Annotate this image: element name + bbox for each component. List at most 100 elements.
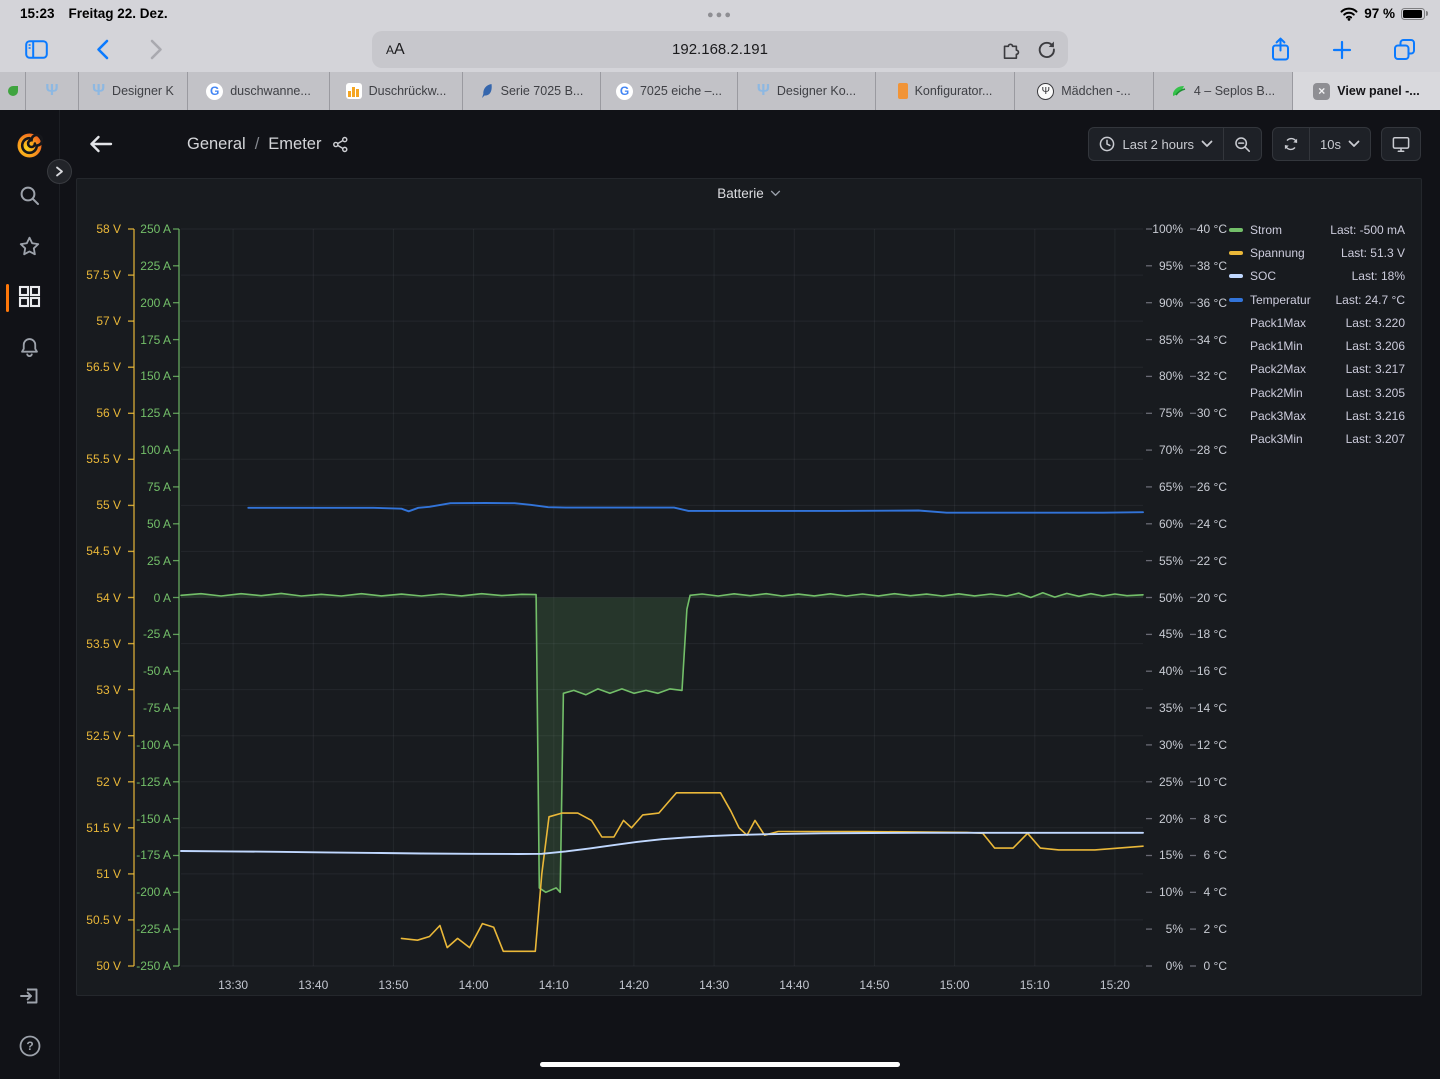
safari-tab-bar: ΨΨDesigner KGduschwanne...Duschrückw...S…: [0, 72, 1440, 110]
percent-axis-label: 15%: [1146, 848, 1183, 862]
legend-series-last-value: Last: 18%: [1352, 269, 1405, 283]
legend-series-last-value: Last: 3.207: [1346, 432, 1405, 446]
time-range-picker[interactable]: Last 2 hours: [1089, 128, 1223, 160]
percent-axis-label: 85%: [1146, 333, 1183, 347]
legend-item-pack3max[interactable]: Pack3MaxLast: 3.216: [1229, 404, 1405, 427]
legend-item-pack1max[interactable]: Pack1MaxLast: 3.220: [1229, 311, 1405, 334]
current-axis-label: 100 A: [129, 443, 171, 457]
home-indicator[interactable]: [540, 1062, 900, 1067]
help-icon[interactable]: ?: [0, 1034, 59, 1058]
legend-series-name: Temperatur: [1250, 293, 1311, 307]
safari-tab-duschrückw-[interactable]: Duschrückw...: [330, 72, 463, 110]
current-axis-label: 25 A: [129, 554, 171, 568]
temperature-axis-label: 34 °C: [1183, 333, 1227, 347]
legend-item-strom[interactable]: StromLast: -500 mA: [1229, 218, 1405, 241]
voltage-axis-label: 53.5 V: [77, 637, 121, 651]
seplos-icon: [1171, 84, 1187, 98]
legend-item-pack3min[interactable]: Pack3MinLast: 3.207: [1229, 428, 1405, 451]
current-axis-label: -225 A: [129, 922, 171, 936]
legend-series-last-value: Last: 3.220: [1346, 316, 1405, 330]
legend-item-temperatur[interactable]: TemperaturLast: 24.7 °C: [1229, 288, 1405, 311]
sidebar-toggle-button[interactable]: [16, 32, 56, 68]
percent-axis-label: 40%: [1146, 664, 1183, 678]
multitasking-indicator[interactable]: ●●●: [0, 9, 1440, 21]
current-axis-label: -75 A: [129, 701, 171, 715]
extensions-icon[interactable]: [994, 32, 1026, 68]
percent-axis-label: 70%: [1146, 443, 1183, 457]
safari-tab-konfigurator-[interactable]: Konfigurator...: [876, 72, 1015, 110]
voltage-axis-label: 58 V: [77, 222, 121, 236]
temperature-axis-label: 24 °C: [1183, 517, 1227, 531]
current-axis-label: 75 A: [129, 480, 171, 494]
panel-batterie: Batterie 58 V57.5 V57 V56.5 V56 V55.5 V5…: [76, 178, 1422, 996]
kiosk-mode-button[interactable]: [1382, 128, 1420, 160]
legend-item-spannung[interactable]: SpannungLast: 51.3 V: [1229, 241, 1405, 264]
back-button[interactable]: [82, 32, 122, 68]
current-axis-label: 250 A: [129, 222, 171, 236]
safari-tab-duschwanne-[interactable]: Gduschwanne...: [188, 72, 330, 110]
temperature-axis-label: 40 °C: [1183, 222, 1227, 236]
safari-tab-7025-eiche-[interactable]: G7025 eiche –...: [601, 72, 738, 110]
tab-title: Konfigurator...: [915, 84, 993, 98]
url-label[interactable]: 192.168.2.191: [372, 41, 1068, 58]
temperature-axis-label: 18 °C: [1183, 627, 1227, 641]
refresh-interval-label: 10s: [1320, 137, 1341, 152]
refresh-button[interactable]: [1273, 128, 1309, 160]
temperature-axis-label: 30 °C: [1183, 406, 1227, 420]
voltage-axis-label: 53 V: [77, 683, 121, 697]
legend-item-pack2min[interactable]: Pack2MinLast: 3.205: [1229, 381, 1405, 404]
reload-button[interactable]: [1030, 32, 1062, 68]
time-axis-label: 15:10: [1005, 978, 1065, 992]
tab-title: View panel -...: [1337, 84, 1419, 98]
grafana-logo[interactable]: [0, 132, 59, 159]
legend-item-pack1min[interactable]: Pack1MinLast: 3.206: [1229, 334, 1405, 357]
share-dashboard-icon[interactable]: [332, 136, 349, 153]
time-axis-label: 15:20: [1085, 978, 1145, 992]
safari-tab-mädchen-[interactable]: ΨMädchen -...: [1015, 72, 1154, 110]
zoom-out-button[interactable]: [1224, 128, 1261, 160]
legend-swatch-empty: [1229, 437, 1243, 441]
starred-icon[interactable]: [0, 235, 59, 258]
legend-series-name: Spannung: [1250, 246, 1305, 260]
safari-tab-designer-ko-[interactable]: ΨDesigner Ko...: [738, 72, 876, 110]
share-button[interactable]: [1260, 32, 1300, 68]
safari-tab-designer-k[interactable]: ΨDesigner K: [79, 72, 188, 110]
forward-button[interactable]: [136, 32, 176, 68]
alerting-icon[interactable]: [0, 336, 59, 359]
voltage-axis-label: 50.5 V: [77, 913, 121, 927]
search-icon[interactable]: [0, 184, 59, 207]
back-arrow-button[interactable]: [81, 126, 121, 162]
current-axis-label: 175 A: [129, 333, 171, 347]
percent-axis-label: 35%: [1146, 701, 1183, 715]
percent-axis-label: 65%: [1146, 480, 1183, 494]
temperature-axis-label: 6 °C: [1183, 848, 1227, 862]
address-bar[interactable]: AA 192.168.2.191: [372, 31, 1068, 68]
new-tab-button[interactable]: [1322, 32, 1362, 68]
dashboard-controls: Last 2 hours 10s: [1088, 127, 1421, 161]
legend-series-last-value: Last: 3.205: [1346, 386, 1405, 400]
safari-tab-4-seplos-b-[interactable]: 4 – Seplos B...: [1154, 72, 1293, 110]
feather-icon: [480, 83, 494, 99]
breadcrumb-folder[interactable]: General: [187, 135, 246, 154]
close-tab-icon[interactable]: ×: [1313, 83, 1330, 100]
chevron-down-icon: [1348, 140, 1360, 148]
chart-tile-icon: [346, 83, 362, 99]
breadcrumb-dashboard[interactable]: Emeter: [268, 135, 321, 154]
safari-tab-view-panel-[interactable]: × View panel -...: [1293, 72, 1440, 110]
sign-in-icon[interactable]: [0, 984, 59, 1008]
safari-tab-0[interactable]: [0, 72, 26, 110]
refresh-interval-dropdown[interactable]: 10s: [1310, 128, 1370, 160]
percent-axis-label: 30%: [1146, 738, 1183, 752]
percent-axis-label: 55%: [1146, 554, 1183, 568]
legend-item-pack2max[interactable]: Pack2MaxLast: 3.217: [1229, 358, 1405, 381]
trident-icon: Ψ: [757, 82, 770, 100]
safari-tab-serie-7025-b-[interactable]: Serie 7025 B...: [463, 72, 601, 110]
dashboards-icon[interactable]: [0, 285, 59, 308]
tabs-overview-button[interactable]: [1384, 32, 1424, 68]
safari-tab-1[interactable]: Ψ: [26, 72, 79, 110]
reader-button[interactable]: AA: [386, 41, 405, 59]
legend-item-soc[interactable]: SOCLast: 18%: [1229, 265, 1405, 288]
percent-axis-label: 90%: [1146, 296, 1183, 310]
legend-series-last-value: Last: 3.216: [1346, 409, 1405, 423]
expand-sidebar-button[interactable]: [47, 159, 72, 184]
